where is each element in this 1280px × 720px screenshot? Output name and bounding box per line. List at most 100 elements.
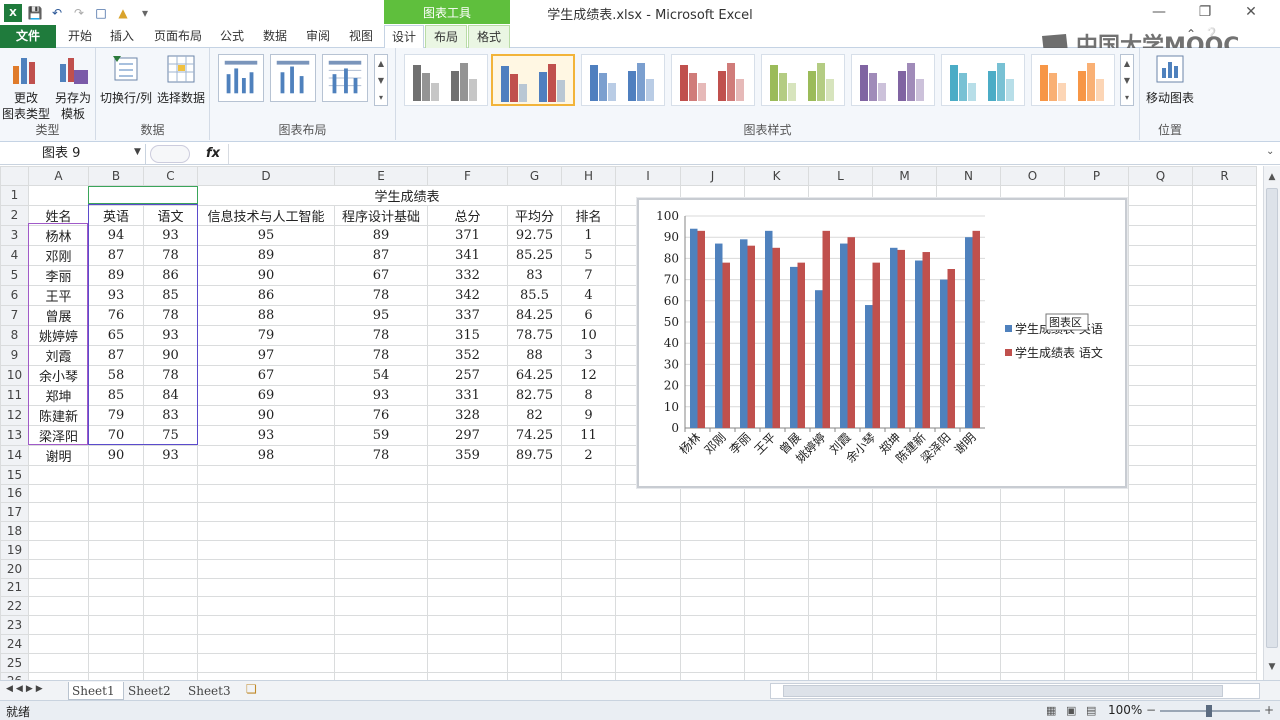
cell[interactable]: 89.75 [507,444,562,466]
cell[interactable] [197,539,335,560]
cell[interactable]: 352 [427,344,508,366]
chart-layout-2[interactable] [270,54,316,102]
style-gallery-scroll[interactable]: ▲ ▼ ▾ [1120,54,1134,106]
cell[interactable] [507,558,562,579]
cell[interactable] [427,539,508,560]
bar-english[interactable] [890,247,898,428]
cell[interactable]: 86 [197,284,335,306]
cell[interactable]: 1 [561,224,616,246]
cell[interactable] [936,558,1001,579]
cell[interactable] [1128,539,1193,560]
cell[interactable] [1128,224,1193,246]
cell[interactable]: 78 [334,324,428,346]
cell[interactable]: 87 [88,244,144,266]
cell[interactable]: 陈建新 [28,404,89,426]
row-header[interactable]: 1 [0,184,29,206]
column-header[interactable]: Q [1128,166,1193,186]
cell[interactable]: 94 [88,224,144,246]
cell[interactable] [1192,424,1257,446]
cell[interactable] [88,577,144,598]
cell[interactable] [143,539,198,560]
cell[interactable]: 郑坤 [28,384,89,406]
cell[interactable] [88,615,144,635]
cell[interactable] [936,671,1001,680]
cell[interactable]: 84 [143,384,198,406]
cell[interactable] [1000,671,1065,680]
row-header[interactable]: 18 [0,521,29,541]
cell[interactable]: 67 [197,364,335,386]
column-header[interactable]: A [28,166,89,186]
bar-chinese[interactable] [697,230,706,428]
cell[interactable]: 337 [427,304,508,326]
bar-chinese[interactable] [897,249,906,428]
cell[interactable] [1192,577,1257,598]
open-folder-icon[interactable]: ▲ [114,4,132,22]
column-header[interactable]: P [1064,166,1129,186]
cell[interactable] [507,483,562,504]
bar-chinese[interactable] [722,262,731,428]
cell[interactable] [615,596,681,617]
cell[interactable] [872,521,937,541]
cell[interactable] [1064,558,1129,579]
vertical-scroll-thumb[interactable] [1266,188,1278,648]
cell[interactable] [334,521,428,541]
row-header[interactable]: 19 [0,539,29,560]
row-header[interactable]: 15 [0,464,29,485]
cell[interactable] [808,615,873,635]
cell[interactable]: 平均分 [507,204,562,226]
insert-function-icon[interactable]: fx [206,144,226,164]
cell[interactable] [507,577,562,598]
bar-chinese[interactable] [822,230,831,428]
cell[interactable] [1192,444,1257,466]
row-header[interactable]: 16 [0,483,29,504]
cell[interactable] [427,521,508,541]
cell[interactable]: 90 [197,264,335,286]
cell[interactable] [561,464,616,485]
cell[interactable] [1128,184,1193,206]
cell[interactable]: 刘霞 [28,344,89,366]
layout-gallery-scroll[interactable]: ▲ ▼ ▾ [374,54,388,106]
horizontal-scroll-thumb[interactable] [783,685,1223,697]
cell[interactable] [1064,652,1129,673]
cell[interactable] [744,558,809,579]
cell[interactable] [872,615,937,635]
column-header[interactable]: E [334,166,428,186]
tab-format[interactable]: 格式 [468,25,510,48]
cell[interactable] [1128,577,1193,598]
cell[interactable]: 7 [561,264,616,286]
cell[interactable]: 语文 [143,204,198,226]
cell[interactable]: 姓名 [28,204,89,226]
cell[interactable] [615,615,681,635]
cell[interactable] [1192,502,1257,523]
cell[interactable]: 257 [427,364,508,386]
cell[interactable]: 89 [197,244,335,266]
bar-english[interactable] [940,279,948,428]
cell[interactable] [427,596,508,617]
chart-style-8[interactable] [1031,54,1115,106]
cell[interactable] [28,464,89,485]
cell[interactable] [1192,633,1257,654]
cell[interactable] [1192,204,1257,226]
cell[interactable] [334,483,428,504]
cell[interactable] [28,502,89,523]
cell[interactable] [1128,364,1193,386]
cell[interactable]: 排名 [561,204,616,226]
cell[interactable] [808,671,873,680]
row-header[interactable]: 24 [0,633,29,654]
cell[interactable] [88,483,144,504]
sheet-tab-2[interactable]: Sheet2 [128,682,184,700]
column-header[interactable]: R [1192,166,1257,186]
cell[interactable]: 58 [88,364,144,386]
chart-style-2[interactable] [491,54,575,106]
bar-english[interactable] [740,239,748,428]
cell[interactable]: 79 [88,404,144,426]
cell[interactable] [28,483,89,504]
cell[interactable] [872,652,937,673]
cell[interactable] [808,652,873,673]
cell[interactable] [561,558,616,579]
sheet-tab-1[interactable]: Sheet1 [68,682,124,700]
cell[interactable] [561,577,616,598]
excel-icon[interactable]: X [4,4,22,22]
cell[interactable] [427,671,508,680]
cell[interactable] [88,633,144,654]
